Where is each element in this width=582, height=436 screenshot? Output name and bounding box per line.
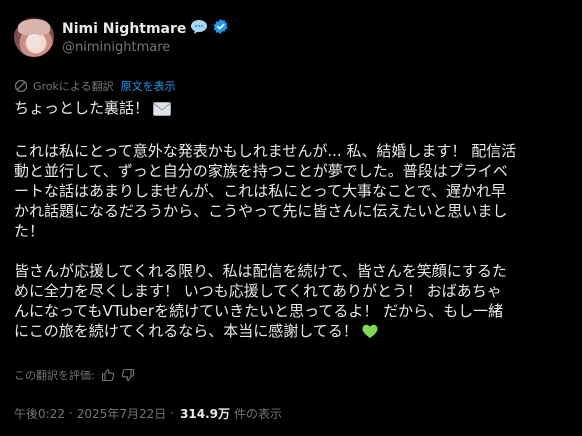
- author-names: Nimi Nightmare @niminightmare: [62, 19, 229, 55]
- post-body: ちょっとした裏話！ これは私にとって意外な発表かもしれませんが... 私、結婚し…: [14, 98, 570, 344]
- post-header: Nimi Nightmare @niminightmare: [14, 14, 568, 60]
- paragraph-1-line-5: た！: [14, 222, 45, 240]
- meta-separator: ·: [68, 406, 73, 420]
- paragraph-1-line-2: 動と並行して、ずっと自分の家族を持つことが夢でした。普段はプライベ: [14, 162, 508, 180]
- thumbs-up-icon[interactable]: [101, 368, 115, 382]
- thumbs-down-icon[interactable]: [121, 368, 135, 382]
- author-handle[interactable]: @niminightmare: [62, 40, 229, 55]
- grok-icon: [14, 79, 28, 93]
- meta-separator-2: ·: [170, 406, 175, 420]
- show-original-link[interactable]: 原文を表示: [121, 78, 176, 94]
- name-row: Nimi Nightmare: [62, 19, 229, 38]
- post: Nimi Nightmare @niminightmare Grokによる翻訳 …: [0, 0, 582, 436]
- envelope-icon: [153, 101, 172, 121]
- speech-bubble-icon: [190, 19, 208, 39]
- rate-translation-label: この翻訳を評価:: [14, 369, 95, 382]
- avatar[interactable]: [14, 17, 54, 57]
- verified-badge-icon[interactable]: [212, 18, 229, 39]
- paragraph-2-line-2: めに全力を尽くします！ いつも応援してくれてありがとう！ おばあちゃ: [14, 282, 502, 300]
- view-count: 314.9万: [180, 406, 231, 421]
- post-date[interactable]: 2025年7月22日: [77, 405, 166, 422]
- paragraph-2-line-1: 皆さんが応援してくれる限り、私は配信を続けて、皆さんを笑顔にするた: [14, 262, 507, 280]
- post-meta: 午後0:22 · 2025年7月22日 · 314.9万 件の表示: [14, 404, 282, 422]
- rate-translation: この翻訳を評価:: [14, 366, 135, 384]
- translation-notice: Grokによる翻訳 原文を表示: [14, 78, 176, 94]
- post-time[interactable]: 午後0:22: [14, 405, 65, 422]
- paragraph-2-line-4-row: にこの旅を続けてくれるなら、本当に感謝してる！: [14, 321, 570, 344]
- paragraph-1-line-4: かれ話題になるだろうから、こうやって先に皆さんに伝えたいと思いまし: [14, 202, 508, 220]
- post-intro-line: ちょっとした裏話！: [14, 98, 570, 121]
- paragraph-2-line-4: にこの旅を続けてくれるなら、本当に感謝してる！: [14, 322, 358, 340]
- paragraph-1-line-1: これは私にとって意外な発表かもしれませんが... 私、結婚します！ 配信活: [14, 142, 517, 160]
- paragraph-1-line-3: ートな話はあまりしませんが、これは私にとって大事なことで、遅かれ早: [14, 182, 507, 200]
- author-display-name[interactable]: Nimi Nightmare: [62, 21, 186, 37]
- view-count-label: 件の表示: [234, 406, 283, 421]
- translation-label: Grokによる翻訳: [33, 80, 114, 93]
- green-heart-icon: [362, 324, 378, 344]
- paragraph-2-line-3: んになってもVTuberを続けていきたいと思ってるよ！ だから、もし一緒: [14, 302, 504, 320]
- post-intro-text: ちょっとした裏話！: [14, 99, 150, 117]
